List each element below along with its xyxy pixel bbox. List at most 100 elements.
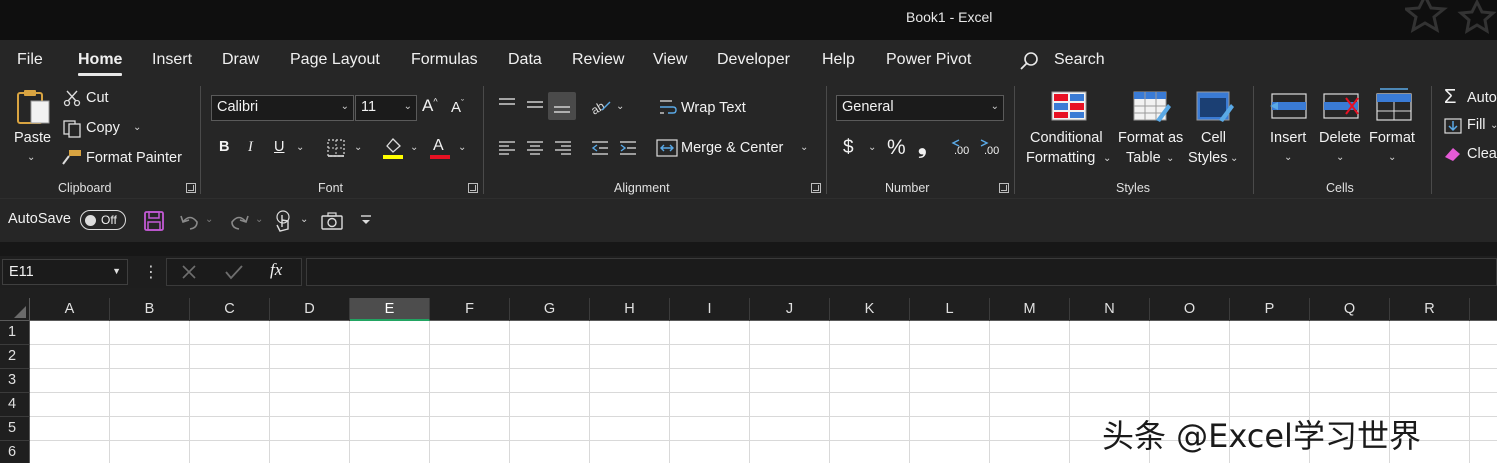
- column-header-o[interactable]: O: [1150, 298, 1230, 321]
- tab-home[interactable]: Home: [78, 51, 123, 76]
- save-icon[interactable]: [143, 210, 165, 232]
- number-launcher-icon[interactable]: [999, 183, 1009, 193]
- more-options-icon[interactable]: ⋮: [143, 262, 159, 282]
- column-header-c[interactable]: C: [190, 298, 270, 321]
- format-painter-icon[interactable]: [61, 148, 83, 168]
- insert-button[interactable]: Insert: [1270, 130, 1306, 146]
- name-box[interactable]: E11 ▼: [2, 259, 128, 285]
- paste-icon[interactable]: [14, 87, 54, 127]
- autosum-button[interactable]: Auto: [1467, 90, 1497, 106]
- format-as-table-label-2[interactable]: Table: [1126, 150, 1161, 166]
- tab-data[interactable]: Data: [508, 51, 542, 69]
- wrap-text-icon[interactable]: [658, 97, 678, 117]
- insert-chevron-icon[interactable]: ⌄: [1284, 152, 1292, 163]
- format-as-table-chevron-icon[interactable]: ⌄: [1166, 153, 1174, 164]
- column-header-b[interactable]: B: [110, 298, 190, 321]
- wrap-text-button[interactable]: Wrap Text: [681, 100, 746, 116]
- font-color-button[interactable]: A: [433, 137, 444, 155]
- fill-icon[interactable]: [1443, 117, 1463, 135]
- increase-font-size-icon[interactable]: A^: [422, 96, 438, 116]
- merge-center-button[interactable]: Merge & Center: [681, 140, 783, 156]
- borders-icon[interactable]: [326, 138, 346, 158]
- row-header-6[interactable]: 6: [0, 441, 30, 463]
- column-header-k[interactable]: K: [830, 298, 910, 321]
- tab-draw[interactable]: Draw: [222, 51, 259, 69]
- fill-button[interactable]: Fill: [1467, 117, 1486, 133]
- tab-view[interactable]: View: [653, 51, 687, 69]
- align-left-icon[interactable]: [497, 139, 517, 157]
- tab-developer[interactable]: Developer: [717, 51, 790, 69]
- autosum-icon[interactable]: Σ: [1444, 86, 1456, 109]
- column-header-n[interactable]: N: [1070, 298, 1150, 321]
- column-header-f[interactable]: F: [430, 298, 510, 321]
- increase-indent-icon[interactable]: [618, 139, 638, 157]
- underline-button[interactable]: U: [274, 139, 284, 155]
- search-label[interactable]: Search: [1054, 51, 1105, 69]
- delete-chevron-icon[interactable]: ⌄: [1336, 152, 1344, 163]
- underline-chevron-icon[interactable]: ⌄: [296, 142, 304, 153]
- conditional-formatting-chevron-icon[interactable]: ⌄: [1103, 153, 1111, 164]
- borders-chevron-icon[interactable]: ⌄: [354, 142, 362, 153]
- clipboard-launcher-icon[interactable]: [186, 183, 196, 193]
- undo-chevron-icon[interactable]: ⌄: [205, 214, 213, 225]
- cell-styles-label-2[interactable]: Styles: [1188, 150, 1228, 166]
- conditional-formatting-icon[interactable]: [1050, 90, 1088, 122]
- format-as-table-icon[interactable]: [1132, 90, 1172, 124]
- column-header-d[interactable]: D: [270, 298, 350, 321]
- cell-styles-chevron-icon[interactable]: ⌄: [1230, 153, 1238, 164]
- column-header-j[interactable]: J: [750, 298, 830, 321]
- insert-cells-icon[interactable]: [1268, 90, 1310, 122]
- customize-qat-icon[interactable]: [358, 212, 374, 228]
- column-header-e[interactable]: E: [350, 298, 430, 321]
- currency-chevron-icon[interactable]: ⌄: [868, 142, 876, 153]
- conditional-formatting-label-2[interactable]: Formatting: [1026, 150, 1095, 166]
- copy-button[interactable]: Copy: [86, 120, 120, 136]
- column-header-h[interactable]: H: [590, 298, 670, 321]
- delete-cells-icon[interactable]: [1322, 90, 1362, 122]
- decrease-font-size-icon[interactable]: Aˇ: [451, 98, 464, 116]
- number-format-select[interactable]: General ⌄: [836, 95, 1004, 121]
- top-align-icon[interactable]: [497, 96, 517, 114]
- comma-style-button[interactable]: ❟: [918, 133, 927, 159]
- cell-styles-label-1[interactable]: Cell: [1201, 130, 1226, 146]
- search-icon[interactable]: [1019, 51, 1039, 71]
- decrease-indent-icon[interactable]: [590, 139, 610, 157]
- font-size-select[interactable]: 11 ⌄: [355, 95, 417, 121]
- row-header-2[interactable]: 2: [0, 345, 30, 369]
- enter-icon[interactable]: [224, 263, 244, 281]
- tab-power-pivot[interactable]: Power Pivot: [886, 51, 971, 69]
- tab-formulas[interactable]: Formulas: [411, 51, 478, 69]
- middle-align-icon[interactable]: [525, 96, 545, 114]
- row-header-3[interactable]: 3: [0, 369, 30, 393]
- column-header-r[interactable]: R: [1390, 298, 1470, 321]
- undo-icon[interactable]: [178, 210, 202, 232]
- font-name-select[interactable]: Calibri ⌄: [211, 95, 354, 121]
- format-chevron-icon[interactable]: ⌄: [1388, 152, 1396, 163]
- font-launcher-icon[interactable]: [468, 183, 478, 193]
- column-header-a[interactable]: A: [30, 298, 110, 321]
- tab-review[interactable]: Review: [572, 51, 624, 69]
- merge-chevron-icon[interactable]: ⌄: [800, 142, 808, 153]
- tab-file[interactable]: File: [17, 51, 43, 69]
- touch-mode-icon[interactable]: [273, 209, 295, 233]
- select-all-button[interactable]: [0, 298, 30, 321]
- tab-page-layout[interactable]: Page Layout: [290, 51, 380, 69]
- italic-button[interactable]: I: [248, 139, 253, 156]
- merge-center-icon[interactable]: [656, 138, 678, 158]
- currency-button[interactable]: $: [843, 137, 854, 159]
- row-header-4[interactable]: 4: [0, 393, 30, 417]
- redo-chevron-icon[interactable]: ⌄: [255, 214, 263, 225]
- orientation-chevron-icon[interactable]: ⌄: [616, 101, 624, 112]
- camera-icon[interactable]: [320, 211, 344, 231]
- font-color-chevron-icon[interactable]: ⌄: [458, 142, 466, 153]
- column-header-l[interactable]: L: [910, 298, 990, 321]
- insert-function-button[interactable]: fx: [270, 260, 282, 280]
- format-as-table-label-1[interactable]: Format as: [1118, 130, 1183, 146]
- clear-icon[interactable]: [1443, 145, 1463, 163]
- format-button[interactable]: Format: [1369, 130, 1415, 146]
- cancel-icon[interactable]: [180, 263, 198, 281]
- cut-icon[interactable]: [63, 89, 81, 107]
- cell-styles-icon[interactable]: [1195, 90, 1235, 124]
- column-header-g[interactable]: G: [510, 298, 590, 321]
- redo-icon[interactable]: [227, 210, 251, 232]
